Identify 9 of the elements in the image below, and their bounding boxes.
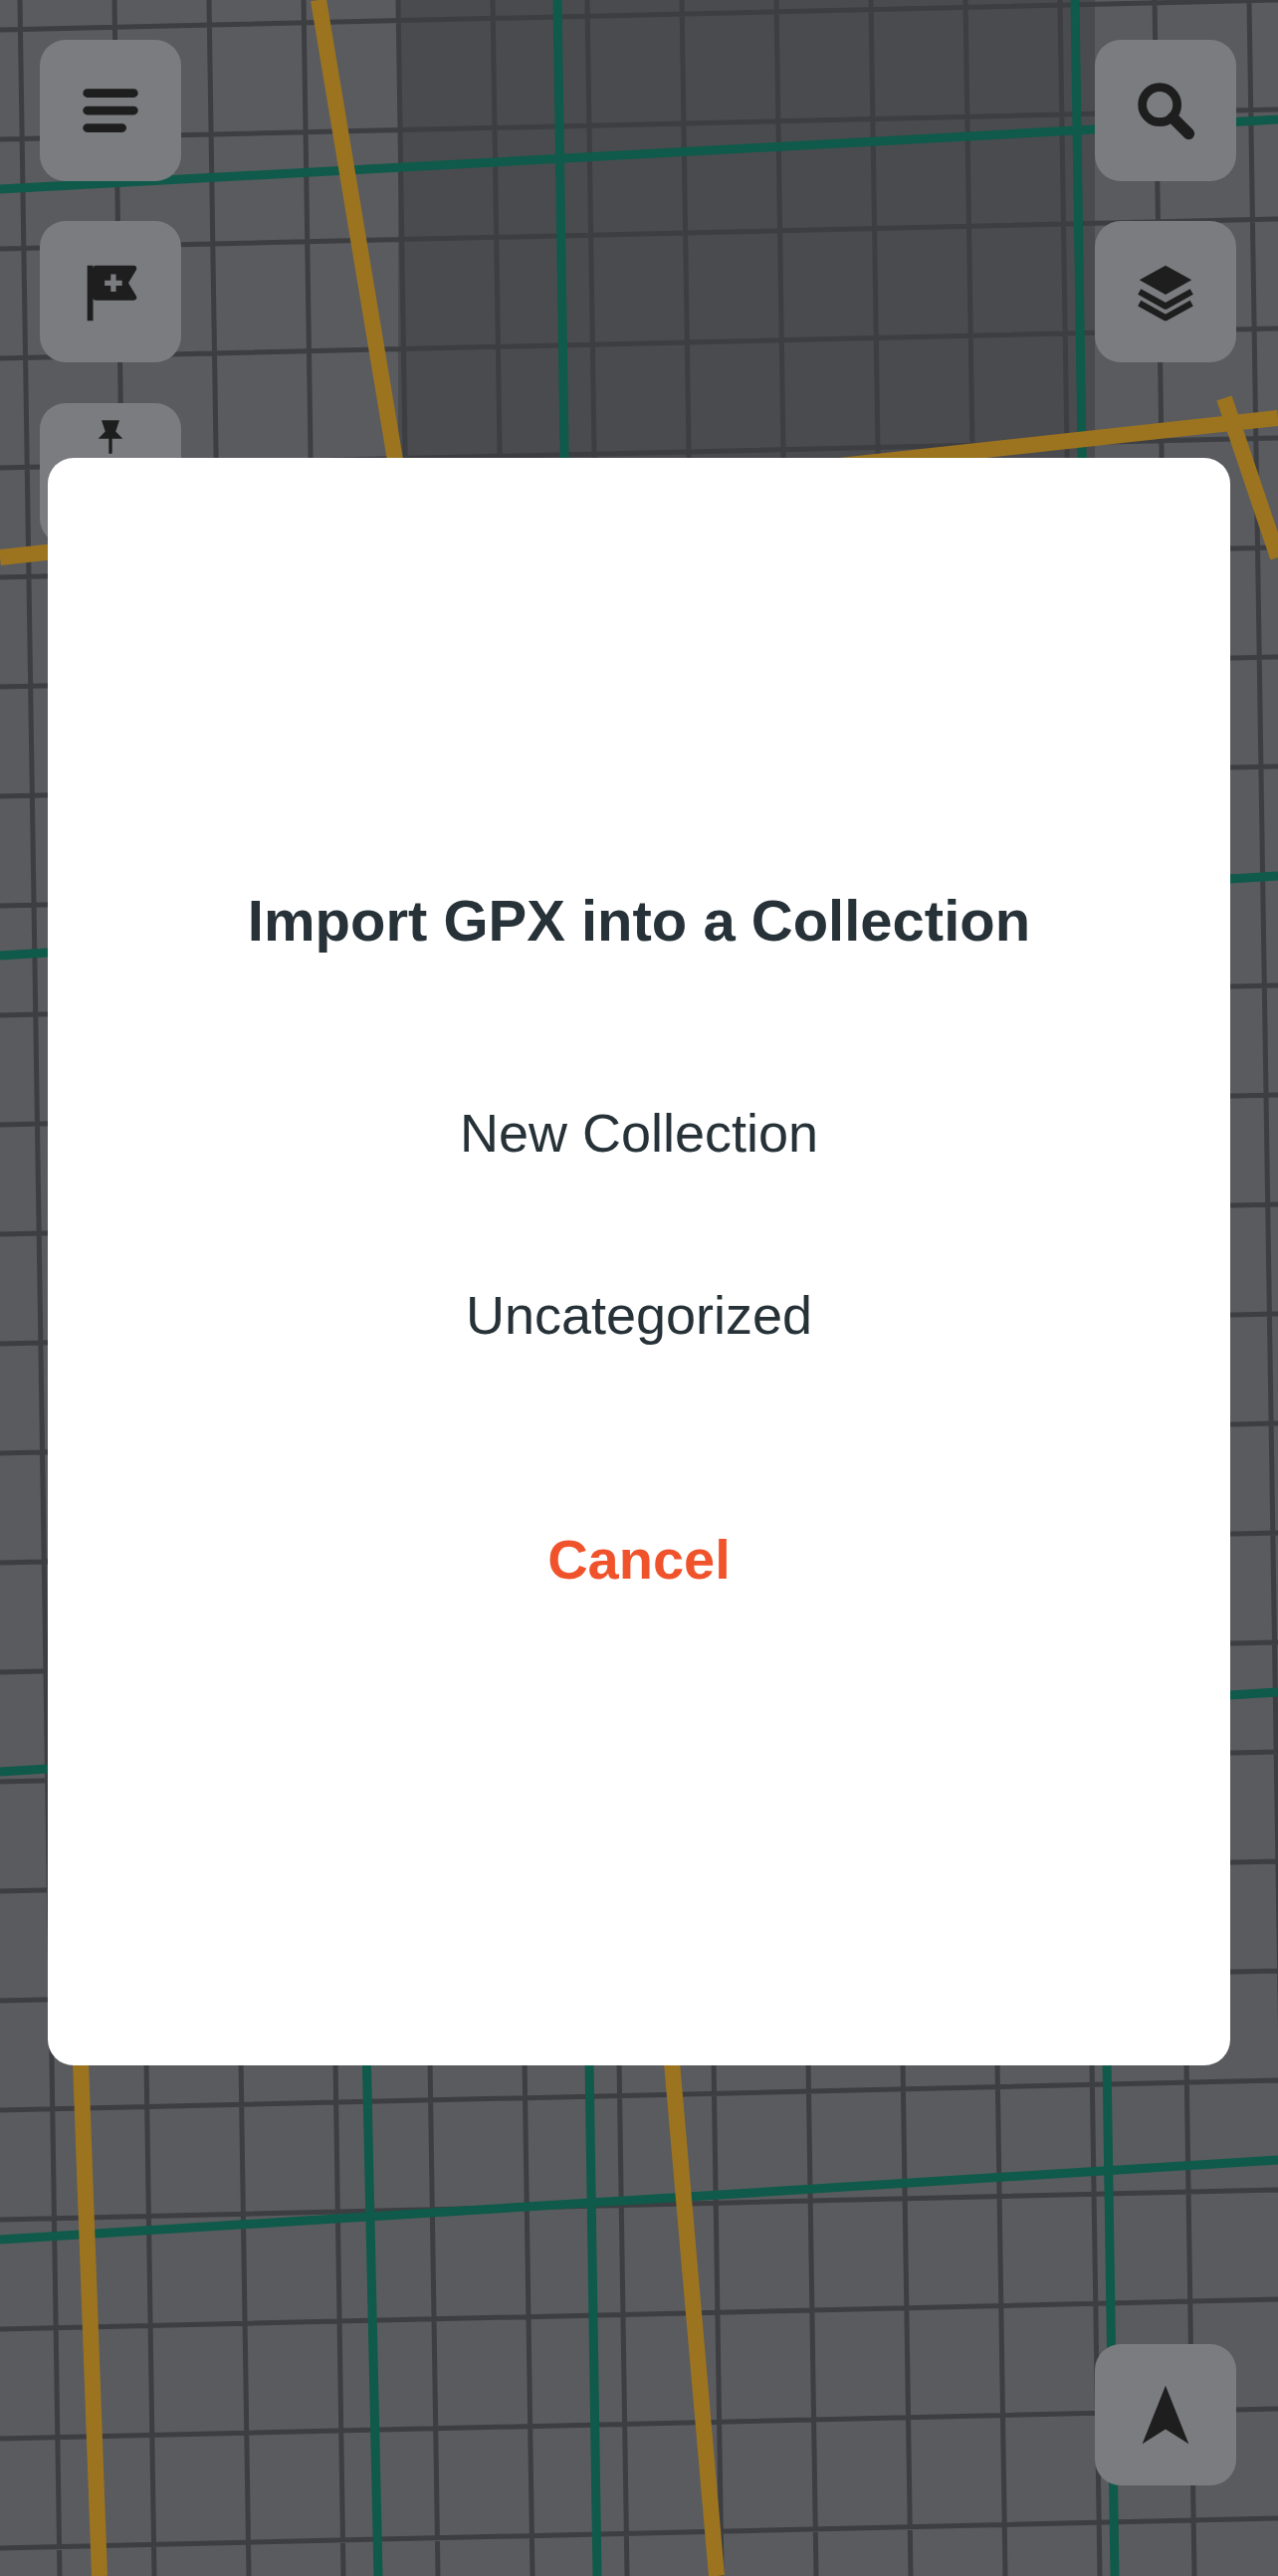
flag-button[interactable] [40, 221, 181, 362]
search-button[interactable] [1095, 40, 1236, 181]
collection-option[interactable]: New Collection [459, 1100, 819, 1166]
menu-button[interactable] [40, 40, 181, 181]
dialog-title: Import GPX into a Collection [247, 887, 1031, 955]
collection-option[interactable]: Uncategorized [465, 1282, 813, 1348]
layers-button[interactable] [1095, 221, 1236, 362]
navigation-button[interactable] [1095, 2344, 1236, 2485]
cancel-button[interactable]: Cancel [547, 1527, 731, 1593]
